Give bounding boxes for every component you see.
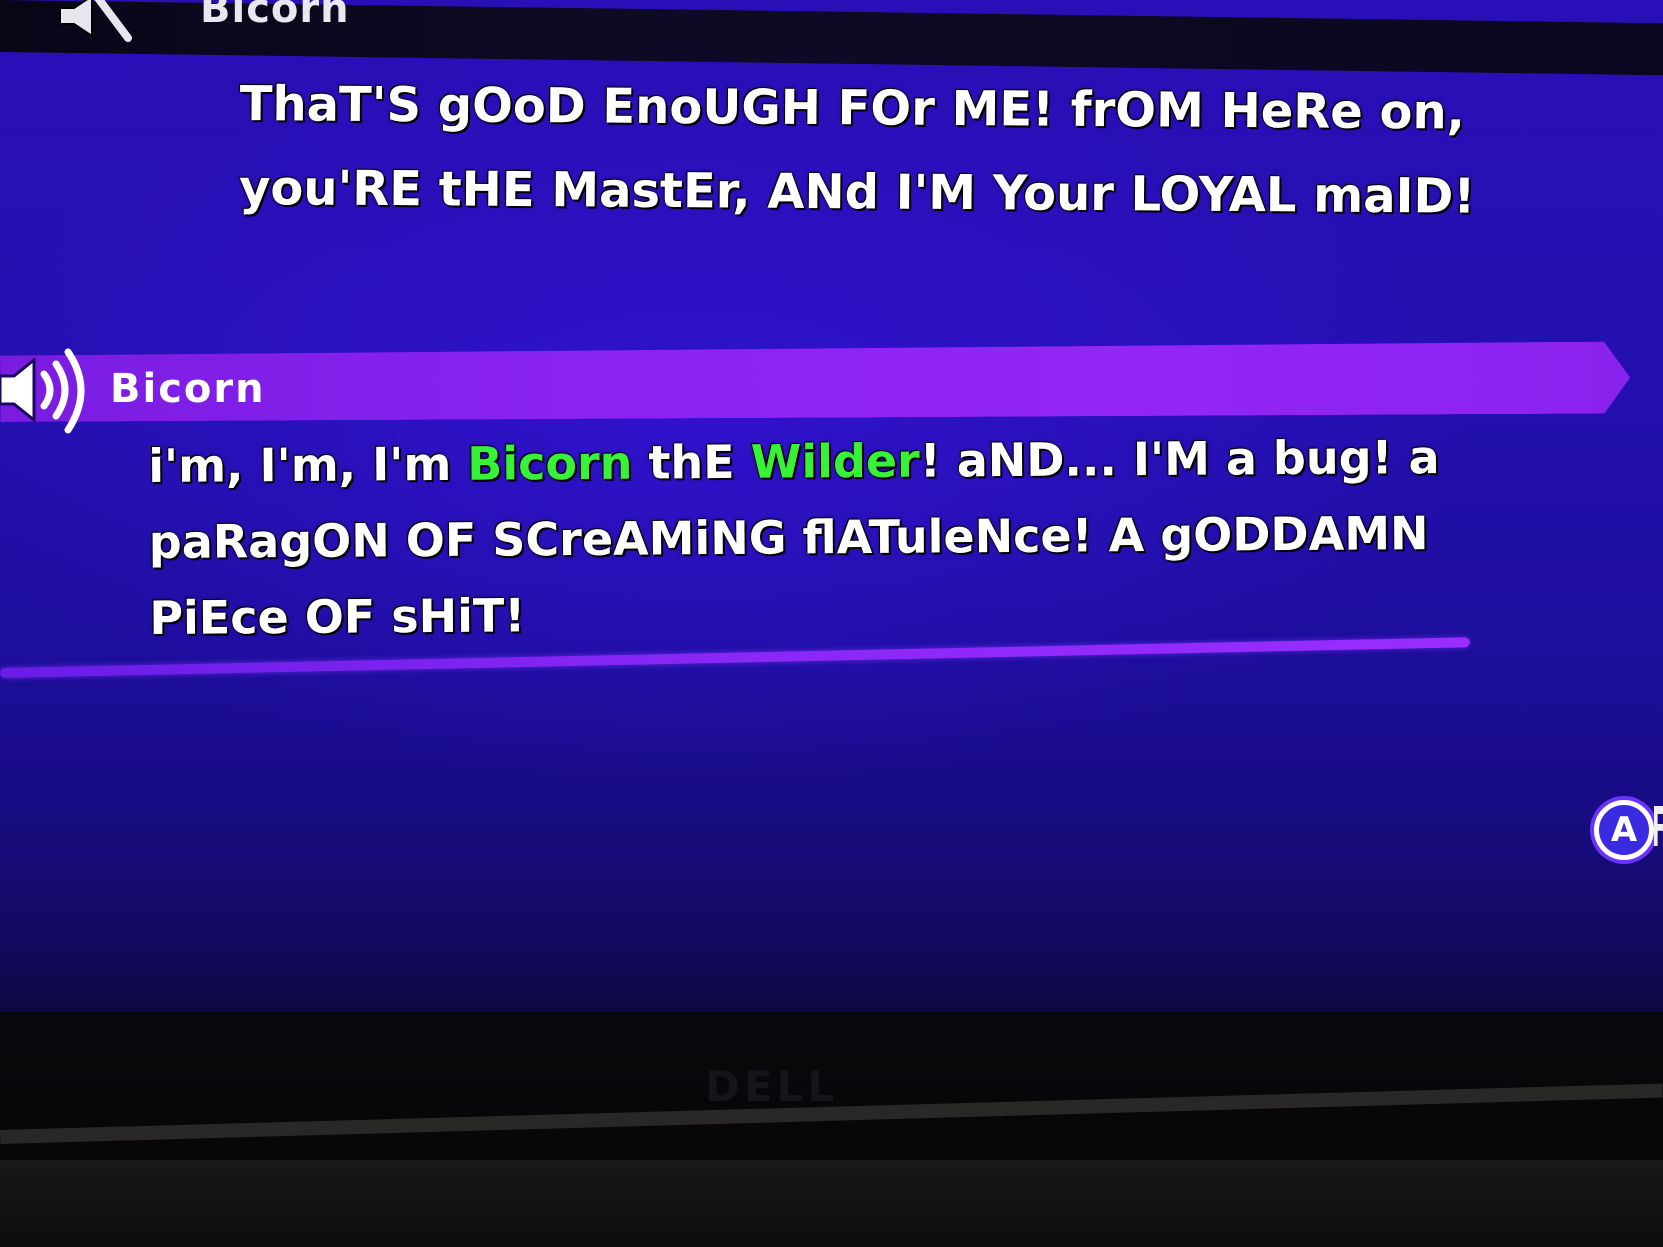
highlighted-title-wilder: Wilder xyxy=(750,433,920,489)
a-button-prompt[interactable]: A xyxy=(1594,800,1654,860)
speaker-playing-icon[interactable] xyxy=(0,336,100,446)
previous-dialogue-text: ThaT'S gOoD EnoUGH FOr ME! frOM HeRe on,… xyxy=(238,75,1476,225)
dialogue-segment: i'm, I'm, I'm xyxy=(148,436,468,493)
previous-speaker-name: Bicorn xyxy=(200,0,350,32)
speaker-muted-icon[interactable] xyxy=(58,0,138,46)
monitor-stand-area xyxy=(0,1160,1663,1247)
game-screen: Bicorn ThaT'S gOoD EnoUGH FOr ME! frOM H… xyxy=(0,0,1663,1247)
highlighted-name-bicorn: Bicorn xyxy=(467,435,633,491)
speaker-name: Bicorn xyxy=(110,366,266,412)
dialogue-segment: thE xyxy=(632,434,751,490)
button-prompt-label-cutoff xyxy=(1654,806,1663,846)
monitor-brand-logo: DELL xyxy=(705,1062,839,1111)
dialogue-text: i'm, I'm, I'm Bicorn thE Wilder! aND... … xyxy=(148,418,1550,656)
